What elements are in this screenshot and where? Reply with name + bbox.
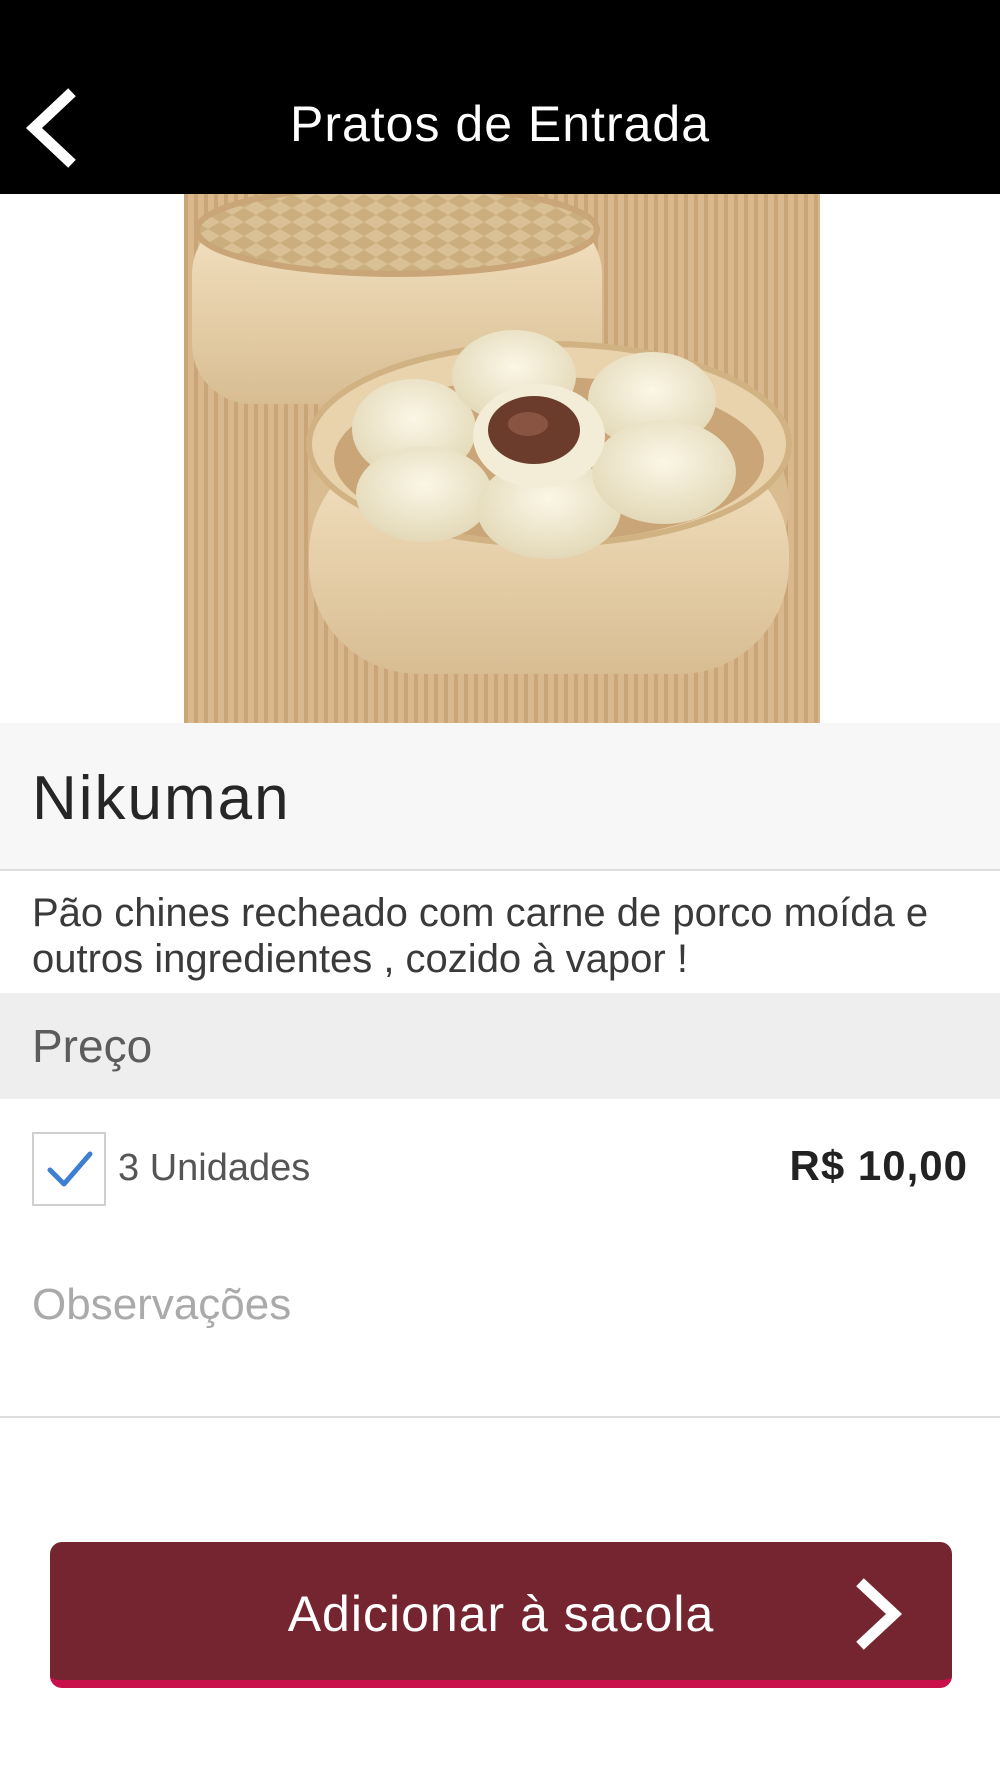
price-option-row[interactable]: 3 Unidades R$ 10,00: [0, 1120, 1000, 1220]
checkmark-icon: [47, 1151, 93, 1187]
option-price: R$ 10,00: [789, 1142, 968, 1189]
screen-title: Pratos de Entrada: [289, 96, 711, 152]
divider: [0, 1416, 1000, 1418]
product-name: Nikuman: [32, 764, 291, 833]
price-header-label: Preço: [32, 1020, 153, 1072]
product-image: [184, 194, 820, 723]
observations-input[interactable]: [32, 1270, 968, 1340]
product-name-section: Nikuman: [0, 723, 1000, 871]
top-bar: Pratos de Entrada: [0, 0, 1000, 194]
option-label: 3 Unidades: [118, 1147, 311, 1189]
add-to-bag-button[interactable]: Adicionar à sacola: [50, 1542, 952, 1688]
chevron-right-icon: [850, 1576, 906, 1652]
price-header: Preço: [0, 993, 1000, 1099]
option-checkbox[interactable]: [32, 1132, 106, 1206]
product-description: Pão chines recheado com carne de porco m…: [32, 891, 929, 981]
add-to-bag-label: Adicionar à sacola: [287, 1586, 715, 1642]
